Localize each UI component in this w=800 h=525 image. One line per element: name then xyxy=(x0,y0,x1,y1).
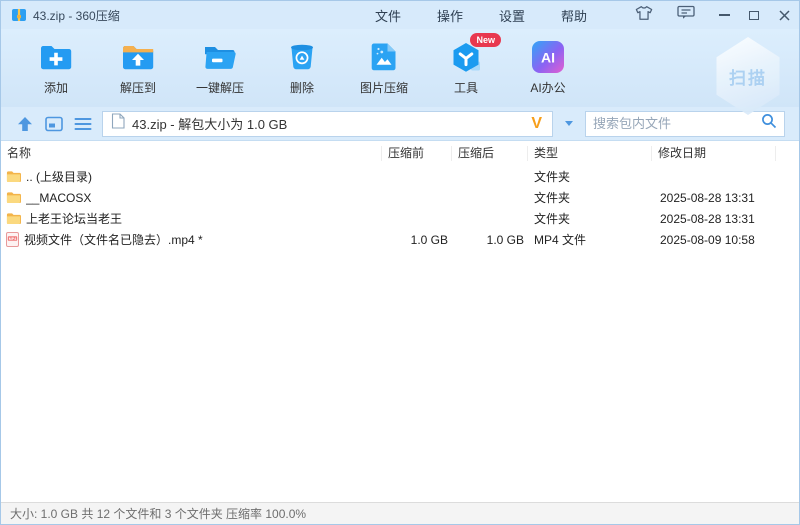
view-mode-icon[interactable] xyxy=(44,114,64,134)
minimize-button[interactable] xyxy=(709,1,739,29)
date-cell: 2025-08-28 13:31 xyxy=(660,211,755,226)
toolbar-button-label: 一键解压 xyxy=(195,81,244,95)
status-text: 大小: 1.0 GB 共 12 个文件和 3 个文件夹 压缩率 100.0% xyxy=(10,507,307,521)
column-header-filler xyxy=(776,146,799,161)
list-header: 名称 压缩前 压缩后 类型 修改日期 xyxy=(1,141,799,166)
folder-oneclick-icon xyxy=(202,40,238,74)
scan-label: 扫描 xyxy=(729,68,767,88)
list-view-icon[interactable] xyxy=(73,114,93,134)
column-header-4[interactable]: 修改日期 xyxy=(652,146,776,161)
menu-settings[interactable]: 设置 xyxy=(499,6,525,25)
new-badge: New xyxy=(470,33,501,47)
toolbar-button-one-click-extract[interactable]: 一键解压 xyxy=(179,40,261,96)
title-bar: 43.zip - 360压缩 文件 操作 设置 帮助 xyxy=(1,1,799,29)
up-directory-icon[interactable] xyxy=(15,114,35,134)
toolbar-button-ai-office[interactable]: AI AI办公 xyxy=(507,40,589,96)
v-badge-icon[interactable]: V xyxy=(531,115,544,132)
toolbar-button-tools[interactable]: New 工具 xyxy=(425,33,507,96)
type-cell: 文件夹 xyxy=(534,191,571,205)
feedback-icon[interactable] xyxy=(677,5,695,25)
maximize-button[interactable] xyxy=(739,1,769,29)
status-bar: 大小: 1.0 GB 共 12 个文件和 3 个文件夹 压缩率 100.0% xyxy=(1,502,799,524)
toolbar-button-label: 添加 xyxy=(43,81,68,95)
toolbar-button-add[interactable]: 添加 xyxy=(15,40,97,96)
file-name: .. (上级目录) xyxy=(26,170,92,184)
menu-operations[interactable]: 操作 xyxy=(437,6,463,25)
svg-text:MP4: MP4 xyxy=(9,237,16,241)
image-compress-icon xyxy=(366,40,402,74)
path-dropdown-button[interactable] xyxy=(562,114,576,134)
file-name-cell: .. (上级目录) xyxy=(1,168,382,185)
window-title: 43.zip - 360压缩 xyxy=(33,8,120,23)
file-list: .. (上级目录) 文件夹 __MACOSX 文件夹 2025-08-28 13:31 上… xyxy=(1,166,799,250)
type-cell: 文件夹 xyxy=(534,170,571,184)
skin-shirt-icon[interactable] xyxy=(635,5,653,26)
table-row[interactable]: __MACOSX 文件夹 2025-08-28 13:31 xyxy=(1,187,799,208)
toolbar-button-label: AI办公 xyxy=(530,81,566,95)
table-row[interactable]: MP4 视频文件（文件名已隐去）.mp4 * 1.0 GB 1.0 GB MP4 文件 2… xyxy=(1,229,799,250)
file-name: 视频文件（文件名已隐去）.mp4 * xyxy=(24,233,203,247)
folder-icon xyxy=(6,212,21,225)
toolbar-button-extract-to[interactable]: 解压到 xyxy=(97,40,179,96)
type-cell: MP4 文件 xyxy=(534,233,587,247)
window-controls xyxy=(709,1,799,29)
search-box xyxy=(585,110,785,137)
titlebar-extra-icons xyxy=(635,5,695,26)
toolbar: 添加 解压到 一键解压 删除 图片压缩 New 工具 AI AI办公 扫描 xyxy=(1,29,799,115)
menubar: 文件 操作 设置 帮助 xyxy=(375,6,587,25)
column-header-0[interactable]: 名称 xyxy=(1,146,382,161)
close-button[interactable] xyxy=(769,1,799,29)
app-window: { "window": { "title": "43.zip - 360压缩",… xyxy=(0,0,800,525)
column-header-3[interactable]: 类型 xyxy=(528,146,652,161)
trash-icon xyxy=(284,40,320,74)
folder-icon xyxy=(6,191,21,204)
folder-extract-icon xyxy=(120,40,156,74)
menu-file[interactable]: 文件 xyxy=(375,6,401,25)
size-after-cell: 1.0 GB xyxy=(486,232,524,247)
toolbar-buttons: 添加 解压到 一键解压 删除 图片压缩 New 工具 AI AI办公 xyxy=(15,33,589,96)
toolbar-button-label: 工具 xyxy=(453,81,478,95)
file-name: 上老王论坛当老王 xyxy=(26,212,123,226)
file-name-cell: __MACOSX xyxy=(1,191,382,205)
toolbar-button-image-compress[interactable]: 图片压缩 xyxy=(343,40,425,96)
size-before-cell: 1.0 GB xyxy=(410,232,448,247)
column-header-1[interactable]: 压缩前 xyxy=(382,146,452,161)
ai-icon: AI xyxy=(530,40,566,74)
chevron-down-icon xyxy=(565,121,573,126)
toolbar-button-label: 解压到 xyxy=(119,81,156,95)
date-cell: 2025-08-09 10:58 xyxy=(660,232,755,247)
archive-path-box[interactable]: 43.zip - 解包大小为 1.0 GB V xyxy=(102,110,553,137)
document-icon xyxy=(111,113,125,134)
table-row[interactable]: 上老王论坛当老王 文件夹 2025-08-28 13:31 xyxy=(1,208,799,229)
file-name-cell: MP4 视频文件（文件名已隐去）.mp4 * xyxy=(1,231,382,248)
file-name-cell: 上老王论坛当老王 xyxy=(1,210,382,227)
svg-text:AI: AI xyxy=(541,50,555,66)
search-icon[interactable] xyxy=(761,113,777,134)
toolbar-button-delete[interactable]: 删除 xyxy=(261,40,343,96)
file-name: __MACOSX xyxy=(26,190,92,205)
app-logo-icon xyxy=(11,7,27,23)
column-header-2[interactable]: 压缩后 xyxy=(452,146,528,161)
table-row[interactable]: .. (上级目录) 文件夹 xyxy=(1,166,799,187)
mp4-icon: MP4 xyxy=(6,232,19,247)
address-row: 43.zip - 解包大小为 1.0 GB V xyxy=(1,107,799,141)
search-input[interactable] xyxy=(593,116,761,131)
scan-shield-button[interactable]: 扫描 xyxy=(716,37,780,115)
date-cell: 2025-08-28 13:31 xyxy=(660,190,755,205)
folder-add-icon xyxy=(38,40,74,74)
toolbar-button-label: 图片压缩 xyxy=(359,81,408,95)
type-cell: 文件夹 xyxy=(534,212,571,226)
folder-icon xyxy=(6,170,21,183)
list-pane: 名称 压缩前 压缩后 类型 修改日期 .. (上级目录) 文件夹 __MACOSX 文件夹 20… xyxy=(1,141,799,502)
tools-hexagon-icon: New xyxy=(448,33,501,74)
toolbar-button-label: 删除 xyxy=(289,81,314,95)
archive-path-text: 43.zip - 解包大小为 1.0 GB xyxy=(132,117,288,132)
menu-help[interactable]: 帮助 xyxy=(561,6,587,25)
